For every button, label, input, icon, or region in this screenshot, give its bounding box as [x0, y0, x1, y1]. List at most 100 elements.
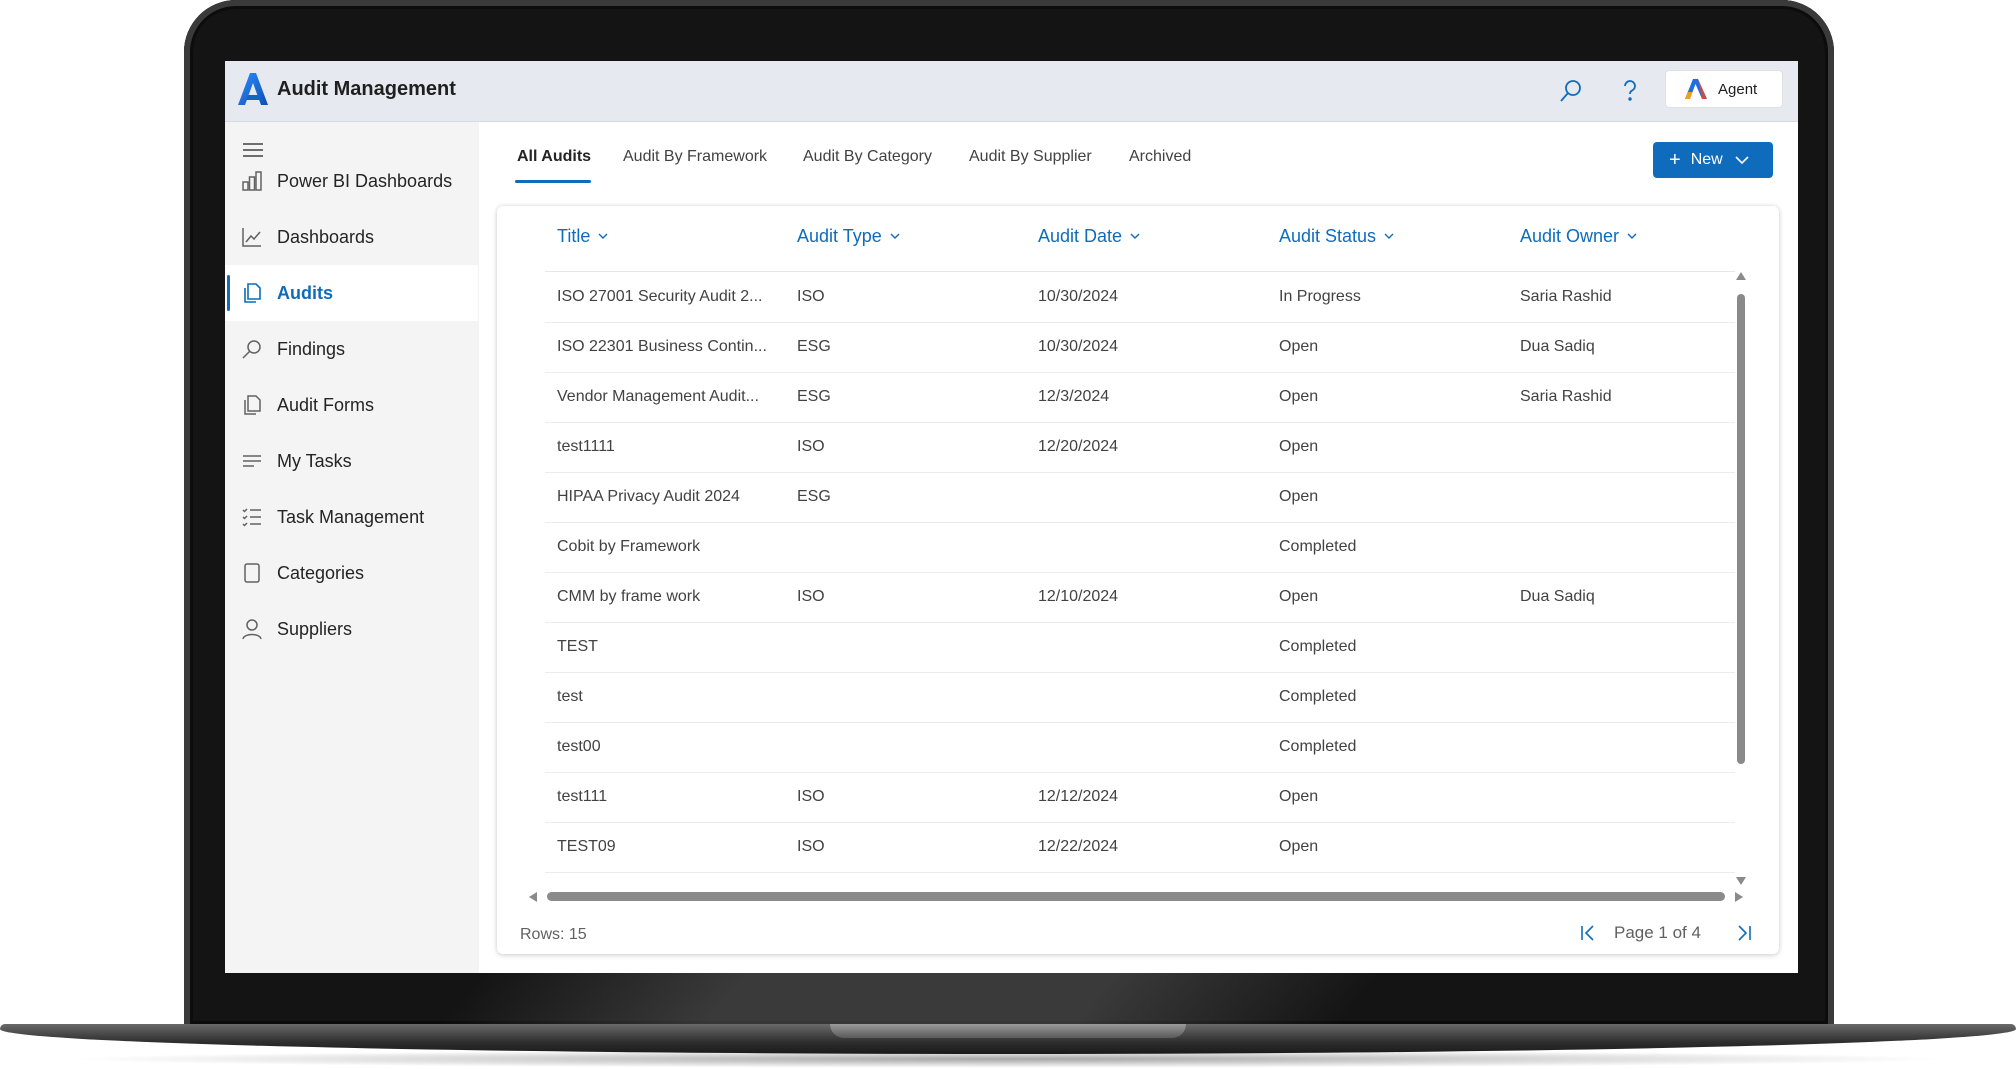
chevron-down-icon	[1384, 233, 1394, 239]
tab-audit-by-category[interactable]: Audit By Category	[803, 148, 932, 166]
table-cell: 12/3/2024	[1038, 388, 1110, 405]
table-row[interactable]: test111 ISO 12/12/2024 Open	[545, 772, 1735, 823]
scroll-left-arrow-icon[interactable]	[529, 892, 537, 902]
sidebar-item-my-tasks[interactable]: My Tasks	[225, 433, 478, 489]
app-window: Audit Management Agent Power BI Dashboar…	[225, 61, 1798, 973]
active-tab-indicator	[515, 180, 591, 183]
sidebar-item-dashboards[interactable]: Dashboards	[225, 209, 478, 265]
column-header-audit-date[interactable]: Audit Date	[1038, 226, 1140, 247]
table-cell: ISO	[797, 588, 825, 605]
agent-button[interactable]: Agent	[1665, 70, 1783, 108]
table-cell: ESG	[797, 488, 831, 505]
table-cell: Completed	[1279, 688, 1357, 705]
vertical-scrollbar-thumb[interactable]	[1737, 294, 1745, 764]
sidebar-item-label: Suppliers	[277, 618, 353, 639]
table-cell: CMM by frame work	[557, 588, 701, 605]
last-page-icon[interactable]	[1733, 922, 1755, 944]
rows-count: Rows: 15	[520, 926, 587, 943]
column-header-label: Audit Owner	[1520, 226, 1620, 246]
first-page-icon[interactable]	[1577, 922, 1599, 944]
table-cell: Completed	[1279, 638, 1357, 655]
table-row[interactable]: test00 Completed	[545, 722, 1735, 773]
column-header-label: Audit Date	[1038, 226, 1123, 246]
table-row[interactable]: TEST Completed	[545, 622, 1735, 673]
table-row[interactable]: CMM by frame work ISO 12/10/2024 Open Dua Sa…	[545, 572, 1735, 623]
table-cell: 12/20/2024	[1038, 438, 1119, 455]
sidebar-item-label: Dashboards	[277, 226, 375, 247]
chevron-down-icon	[598, 233, 608, 239]
agent-logo-icon	[1685, 79, 1707, 99]
table-cell: Open	[1279, 488, 1319, 505]
table-cell: Dua Sadiq	[1520, 588, 1595, 605]
table-row[interactable]: HIPAA Privacy Audit 2024 ESG Open	[545, 472, 1735, 523]
chevron-down-icon	[890, 233, 900, 239]
table-cell: 12/10/2024	[1038, 588, 1119, 605]
column-header-audit-owner[interactable]: Audit Owner	[1520, 226, 1637, 247]
documents-icon	[244, 283, 261, 303]
tab-archived[interactable]: Archived	[1129, 148, 1191, 166]
table-cell: HIPAA Privacy Audit 2024	[557, 488, 740, 505]
horizontal-scrollbar-thumb[interactable]	[547, 892, 1725, 901]
sidebar-item-categories[interactable]: Categories	[225, 545, 478, 601]
sidebar-item-power-bi-dashboards[interactable]: Power BI Dashboards	[225, 153, 478, 209]
table-cell: Saria Rashid	[1520, 388, 1612, 405]
table-row[interactable]: Vendor Management Audit... ESG 12/3/2024 Op…	[545, 372, 1735, 423]
table-cell: Completed	[1279, 738, 1357, 755]
tab-audit-by-supplier[interactable]: Audit By Supplier	[969, 148, 1092, 166]
table-cell: ISO	[797, 838, 825, 855]
table-row[interactable]: Cobit by Framework Completed	[545, 522, 1735, 573]
table-row[interactable]: test Completed	[545, 672, 1735, 723]
table-cell: Completed	[1279, 538, 1357, 555]
sidebar-item-label: Task Management	[277, 506, 425, 527]
sidebar-item-task-management[interactable]: Task Management	[225, 489, 478, 545]
table-cell: 12/12/2024	[1038, 788, 1119, 805]
table-cell: Open	[1279, 588, 1319, 605]
table-cell: Vendor Management Audit...	[557, 388, 759, 405]
sidebar-item-label: Categories	[277, 562, 365, 583]
laptop-glare	[434, 970, 1386, 1030]
table-cell: Open	[1279, 838, 1319, 855]
table-row[interactable]: test1111 ISO 12/20/2024 Open	[545, 422, 1735, 473]
new-button[interactable]: + New	[1653, 142, 1773, 178]
sidebar-item-label: Audits	[277, 282, 333, 303]
tab-audit-by-framework[interactable]: Audit By Framework	[623, 148, 767, 166]
column-header-title[interactable]: Title	[557, 226, 608, 247]
agent-label: Agent	[1718, 80, 1758, 98]
table-row[interactable]: ISO 27001 Security Audit 2... ISO 10/30/20…	[545, 272, 1735, 323]
tab-all-audits[interactable]: All Audits	[517, 148, 591, 166]
table-row[interactable]: TEST09 ISO 12/22/2024 Open	[545, 822, 1735, 873]
sidebar: Power BI Dashboards Dashboards Audits Fi…	[225, 122, 478, 973]
plus-icon: +	[1669, 149, 1681, 171]
app-header: Audit Management Agent	[225, 61, 1798, 122]
sidebar-item-audits[interactable]: Audits	[225, 265, 478, 321]
lines-icon	[243, 455, 261, 467]
main-content: All Audits Audit By Framework Audit By C…	[479, 122, 1798, 973]
chevron-down-icon	[1130, 233, 1140, 239]
column-header-audit-type[interactable]: Audit Type	[797, 226, 900, 247]
table-cell: Saria Rashid	[1520, 288, 1612, 305]
scroll-right-arrow-icon[interactable]	[1735, 892, 1743, 902]
new-button-label: New	[1690, 151, 1723, 168]
sidebar-item-label: Audit Forms	[277, 394, 375, 415]
search-icon	[242, 340, 261, 359]
table-row[interactable]: ISO 22301 Business Contin... ESG 10/30/202…	[545, 322, 1735, 373]
table-cell: In Progress	[1279, 288, 1361, 305]
scroll-up-arrow-icon[interactable]	[1736, 272, 1746, 280]
table-cell: ISO	[797, 788, 825, 805]
table-row[interactable]: test222ISO12/1/2024Open	[545, 872, 1735, 887]
table-cell: ISO	[797, 288, 825, 305]
table-cell: Open	[1279, 788, 1319, 805]
chevron-down-icon	[1735, 156, 1749, 165]
sidebar-item-suppliers[interactable]: Suppliers	[225, 601, 478, 657]
help-icon[interactable]	[1616, 77, 1644, 105]
table-cell: Dua Sadiq	[1520, 338, 1595, 355]
column-header-audit-status[interactable]: Audit Status	[1279, 226, 1394, 247]
scroll-down-arrow-icon[interactable]	[1736, 877, 1746, 885]
sidebar-item-label: My Tasks	[277, 450, 352, 471]
column-header-label: Audit Type	[797, 226, 882, 246]
sidebar-item-audit-forms[interactable]: Audit Forms	[225, 377, 478, 433]
table-cell: 10/30/2024	[1038, 288, 1119, 305]
sidebar-item-findings[interactable]: Findings	[225, 321, 478, 377]
search-icon[interactable]	[1557, 77, 1585, 105]
forms-icon	[244, 395, 261, 415]
